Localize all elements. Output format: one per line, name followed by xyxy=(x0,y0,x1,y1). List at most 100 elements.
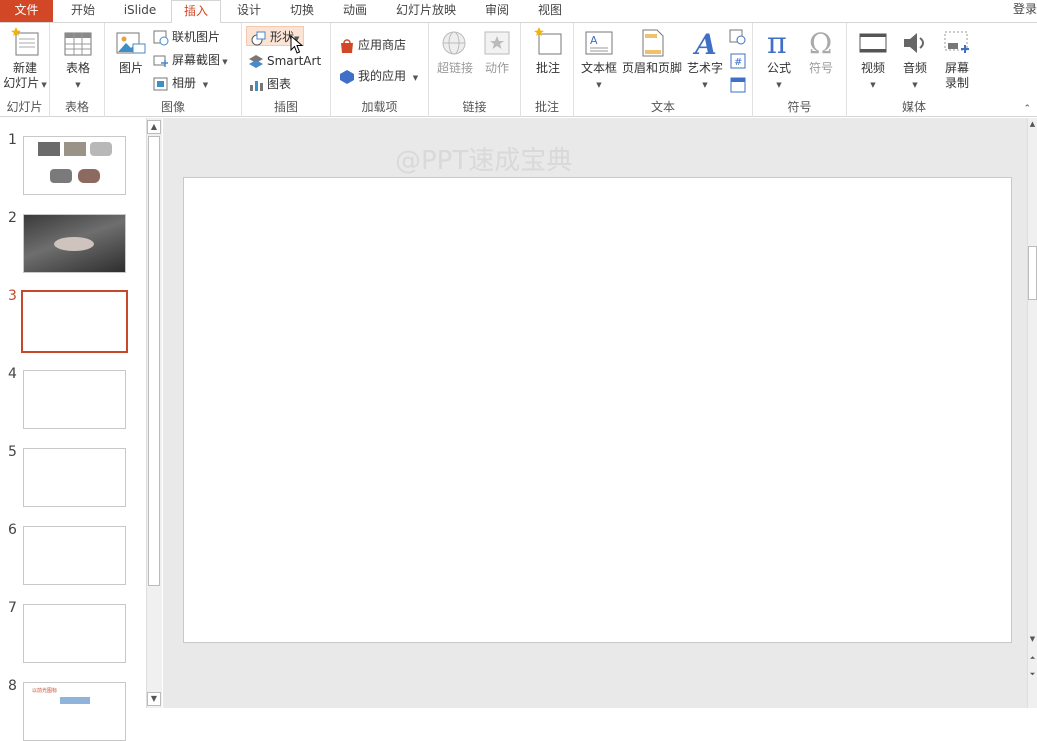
picture-button[interactable]: 图片 xyxy=(111,27,151,76)
scroll-down-icon[interactable]: ▼ xyxy=(147,692,161,706)
slide-thumbnail-8[interactable]: 以前光图标 xyxy=(23,682,126,741)
slide-thumbnail-1[interactable] xyxy=(23,136,126,195)
my-apps-icon xyxy=(340,69,354,84)
scroll-up-icon[interactable]: ▲ xyxy=(147,120,161,134)
tab-design[interactable]: 设计 xyxy=(223,0,275,22)
video-button[interactable]: 视频 ▼ xyxy=(853,27,893,93)
wordart-label: 艺术字 xyxy=(686,61,723,75)
tab-home[interactable]: 开始 xyxy=(56,0,110,22)
new-slide-label-2: 幻灯片 xyxy=(3,76,40,90)
scroll-up-icon[interactable]: ▲ xyxy=(1028,120,1037,132)
header-footer-icon xyxy=(642,29,664,57)
group-label-comments: 批注 xyxy=(534,100,559,114)
shapes-icon xyxy=(251,31,266,45)
comment-button[interactable]: 批注 xyxy=(525,27,571,76)
action-button[interactable]: 动作 xyxy=(477,27,517,76)
header-footer-label: 页眉和页脚 xyxy=(621,61,682,75)
chart-button[interactable]: 图表 xyxy=(248,74,291,94)
symbol-button[interactable]: Ω 符号 xyxy=(801,27,841,76)
photo-album-button[interactable]: 相册 ▼ xyxy=(153,73,208,93)
scrollbar-thumb[interactable] xyxy=(148,136,160,586)
hyperlink-button[interactable]: 超链接 xyxy=(433,27,477,76)
online-picture-button[interactable]: 联机图片 xyxy=(153,27,220,47)
group-addins: 应用商店 我的应用 ▼ 加载项 xyxy=(331,23,429,117)
tab-review[interactable]: 审阅 xyxy=(472,0,522,22)
group-tables: 表格 ▼ 表格 xyxy=(50,23,105,117)
slide-number-5: 5 xyxy=(8,444,17,460)
new-slide-icon xyxy=(11,27,39,56)
slide-thumbnail-pane[interactable]: 1 2 3 4 5 6 7 8 以前光图标 xyxy=(0,118,146,741)
tab-view[interactable]: 视图 xyxy=(525,0,575,22)
chevron-down-icon: ▼ xyxy=(406,74,419,82)
slide-thumbnail-3[interactable] xyxy=(21,290,128,353)
screenshot-button[interactable]: 屏幕截图 ▼ xyxy=(153,50,228,70)
slide-thumbnail-4[interactable] xyxy=(23,370,126,429)
scrollbar-thumb[interactable] xyxy=(1028,246,1037,300)
ribbon-insert: 新建 幻灯片 ▼ 幻灯片 表格 ▼ 表格 图片 联机图片 屏幕截图 ▼ 相册 ▼… xyxy=(0,22,1037,117)
chevron-down-icon: ▼ xyxy=(196,81,209,89)
group-label-tables: 表格 xyxy=(64,100,89,114)
object-icon[interactable] xyxy=(729,76,747,94)
slide-thumbnail-7[interactable] xyxy=(23,604,126,663)
textbox-button[interactable]: A 文本框 ▼ xyxy=(578,27,620,93)
symbol-label: 符号 xyxy=(808,61,833,75)
thumb-photo xyxy=(90,142,112,156)
svg-text:A: A xyxy=(692,28,717,59)
slide-thumbnail-5[interactable] xyxy=(23,448,126,507)
tab-file[interactable]: 文件 xyxy=(0,0,53,22)
screen-record-label-1: 屏幕 xyxy=(944,61,969,75)
video-label: 视频 xyxy=(860,61,885,75)
table-icon xyxy=(64,32,92,56)
slide-thumbnail-6[interactable] xyxy=(23,526,126,585)
collapse-ribbon-icon[interactable]: ⌃ xyxy=(1023,104,1031,114)
thumb-photo xyxy=(50,169,72,183)
slide-thumbnail-2[interactable] xyxy=(23,214,126,273)
screen-record-label-2: 录制 xyxy=(944,76,969,90)
wordart-button[interactable]: A 艺术字 ▼ xyxy=(684,27,726,93)
chevron-down-icon: ▼ xyxy=(39,81,47,89)
smartart-icon xyxy=(249,54,263,68)
date-time-icon[interactable] xyxy=(729,28,747,46)
photo-album-icon xyxy=(153,77,168,90)
screen-recording-button[interactable]: 屏幕 录制 xyxy=(937,27,977,91)
tab-islide[interactable]: iSlide xyxy=(112,0,168,22)
ribbon-tab-bar: 文件 开始 iSlide 插入 设计 切换 动画 幻灯片放映 审阅 视图 登录 xyxy=(0,0,1037,23)
picture-icon xyxy=(116,32,146,54)
tab-animations[interactable]: 动画 xyxy=(330,0,380,22)
audio-button[interactable]: 音频 ▼ xyxy=(895,27,935,93)
tab-slideshow[interactable]: 幻灯片放映 xyxy=(384,0,468,22)
svg-text:π: π xyxy=(767,27,787,59)
group-media: 视频 ▼ 音频 ▼ 屏幕 录制 媒体 xyxy=(847,23,981,117)
scroll-down-icon[interactable]: ▼ xyxy=(1028,635,1037,647)
store-icon xyxy=(341,38,353,53)
previous-slide-icon[interactable]: ⏶ xyxy=(1028,654,1037,666)
audio-label: 音频 xyxy=(902,61,927,75)
next-slide-icon[interactable]: ⏷ xyxy=(1028,670,1037,682)
thumbnail-scrollbar[interactable]: ▲ ▼ xyxy=(146,118,162,708)
tab-insert[interactable]: 插入 xyxy=(171,0,221,23)
slide-number-7: 7 xyxy=(8,600,17,616)
smartart-button[interactable]: SmartArt xyxy=(248,51,321,71)
equation-button[interactable]: π 公式 ▼ xyxy=(759,27,799,93)
hyperlink-label: 超链接 xyxy=(436,61,473,75)
chevron-down-icon: ▼ xyxy=(776,81,782,89)
table-label: 表格 xyxy=(65,61,90,75)
header-footer-button[interactable]: 页眉和页脚 xyxy=(620,27,684,76)
new-slide-button[interactable]: 新建 幻灯片 ▼ xyxy=(2,27,48,93)
editor-scrollbar[interactable]: ▲ ▼ ⏶ ⏷ xyxy=(1027,118,1037,708)
screenshot-icon xyxy=(153,55,168,67)
login-link[interactable]: 登录 xyxy=(1013,0,1037,18)
thumb-photo xyxy=(78,169,100,183)
my-apps-button[interactable]: 我的应用 ▼ xyxy=(339,66,418,86)
table-button[interactable]: 表格 ▼ xyxy=(55,27,101,93)
slide-number-1: 1 xyxy=(8,132,17,148)
store-label: 应用商店 xyxy=(358,38,407,52)
current-slide-canvas[interactable] xyxy=(183,177,1012,643)
screen-record-icon xyxy=(944,31,969,53)
office-store-button[interactable]: 应用商店 xyxy=(339,35,406,55)
slide-editor-area[interactable]: @PPT速成宝典 xyxy=(163,118,1027,708)
slide-number-icon[interactable]: # xyxy=(729,52,747,70)
online-picture-label: 联机图片 xyxy=(172,30,221,44)
chart-label: 图表 xyxy=(267,77,292,91)
tab-transitions[interactable]: 切换 xyxy=(277,0,327,22)
